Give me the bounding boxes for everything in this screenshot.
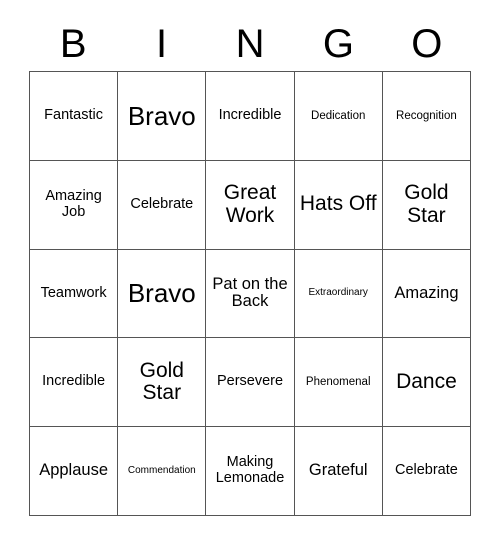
bingo-row: Incredible Gold Star Persevere Phenomena…	[30, 338, 472, 428]
bingo-cell[interactable]: Incredible	[206, 72, 295, 161]
bingo-cell[interactable]: Pat on the Back	[206, 249, 295, 339]
bingo-cell-label: Dedication	[311, 109, 366, 122]
bingo-header-letter-b: B	[59, 22, 87, 66]
bingo-header-row: B I N G O	[29, 18, 471, 70]
bingo-cell-label: Incredible	[42, 373, 106, 390]
bingo-cell[interactable]: Celebrate	[382, 427, 472, 516]
bingo-cell[interactable]: Recognition	[382, 72, 472, 161]
bingo-card: B I N G O Fantastic Bravo Incredible Ded…	[0, 0, 500, 544]
bingo-cell-label: Commendation	[127, 464, 196, 476]
bingo-cell[interactable]: Gold Star	[118, 338, 207, 428]
bingo-grid: Fantastic Bravo Incredible Dedication Re…	[29, 71, 472, 516]
bingo-row: Teamwork Bravo Pat on the Back Extraordi…	[30, 249, 472, 339]
bingo-cell-label: Bravo	[127, 278, 196, 309]
bingo-cell[interactable]: Amazing Job	[30, 160, 119, 250]
bingo-cell[interactable]: Grateful	[294, 427, 383, 516]
bingo-cell-label: Extraordinary	[308, 287, 368, 299]
bingo-cell[interactable]: Incredible	[30, 338, 119, 428]
bingo-cell[interactable]: Dedication	[294, 72, 383, 161]
bingo-cell-label: Amazing Job	[45, 188, 102, 220]
bingo-cell-label: Gold Star	[404, 181, 449, 227]
bingo-cell[interactable]: Applause	[30, 427, 119, 516]
bingo-row: Applause Commendation Making Lemonade Gr…	[30, 427, 472, 516]
bingo-cell-label: Persevere	[216, 373, 284, 390]
bingo-cell[interactable]: Dance	[382, 338, 472, 428]
bingo-cell[interactable]: Bravo	[118, 249, 207, 339]
bingo-cell-label: Applause	[39, 461, 108, 480]
bingo-header-letter-n: N	[235, 22, 265, 66]
bingo-cell-label: Incredible	[218, 107, 282, 124]
bingo-cell[interactable]: Extraordinary	[294, 249, 383, 339]
bingo-cell[interactable]: Making Lemonade	[206, 427, 295, 516]
bingo-cell[interactable]: Celebrate	[118, 160, 207, 250]
bingo-cell[interactable]: Teamwork	[30, 249, 119, 339]
bingo-cell[interactable]: Commendation	[118, 427, 207, 516]
bingo-row: Amazing Job Celebrate Great Work Hats Of…	[30, 160, 472, 250]
bingo-cell[interactable]: Gold Star	[382, 160, 472, 250]
bingo-cell-label: Amazing	[394, 283, 459, 302]
bingo-cell[interactable]: Great Work	[206, 160, 295, 250]
bingo-cell-label: Grateful	[308, 461, 368, 480]
bingo-cell-label: Phenomenal	[305, 376, 371, 389]
bingo-cell-label: Fantastic	[44, 107, 104, 124]
bingo-cell-label: Bravo	[127, 100, 196, 131]
bingo-cell[interactable]: Phenomenal	[294, 338, 383, 428]
bingo-header-letter-g: G	[322, 22, 354, 66]
bingo-cell-label: Pat on the Back	[212, 274, 288, 311]
bingo-cell-label: Making Lemonade	[215, 454, 285, 487]
bingo-cell[interactable]: Amazing	[382, 249, 472, 339]
bingo-cell[interactable]: Fantastic	[30, 72, 119, 161]
bingo-cell-label: Great Work	[223, 181, 277, 227]
bingo-cell-label: Hats Off	[299, 192, 377, 216]
bingo-cell-label: Celebrate	[394, 462, 458, 479]
bingo-cell-label: Gold Star	[139, 358, 184, 405]
bingo-header-letter-i: I	[156, 22, 168, 66]
bingo-header-letter-o: O	[411, 22, 443, 66]
bingo-cell-label: Celebrate	[130, 195, 194, 212]
bingo-cell-label: Teamwork	[40, 284, 107, 301]
bingo-cell-label: Dance	[396, 369, 457, 393]
bingo-cell[interactable]: Persevere	[206, 338, 295, 428]
bingo-cell[interactable]: Bravo	[118, 72, 207, 161]
bingo-row: Fantastic Bravo Incredible Dedication Re…	[30, 72, 472, 161]
bingo-cell-label: Recognition	[396, 109, 457, 122]
bingo-cell[interactable]: Hats Off	[294, 160, 383, 250]
